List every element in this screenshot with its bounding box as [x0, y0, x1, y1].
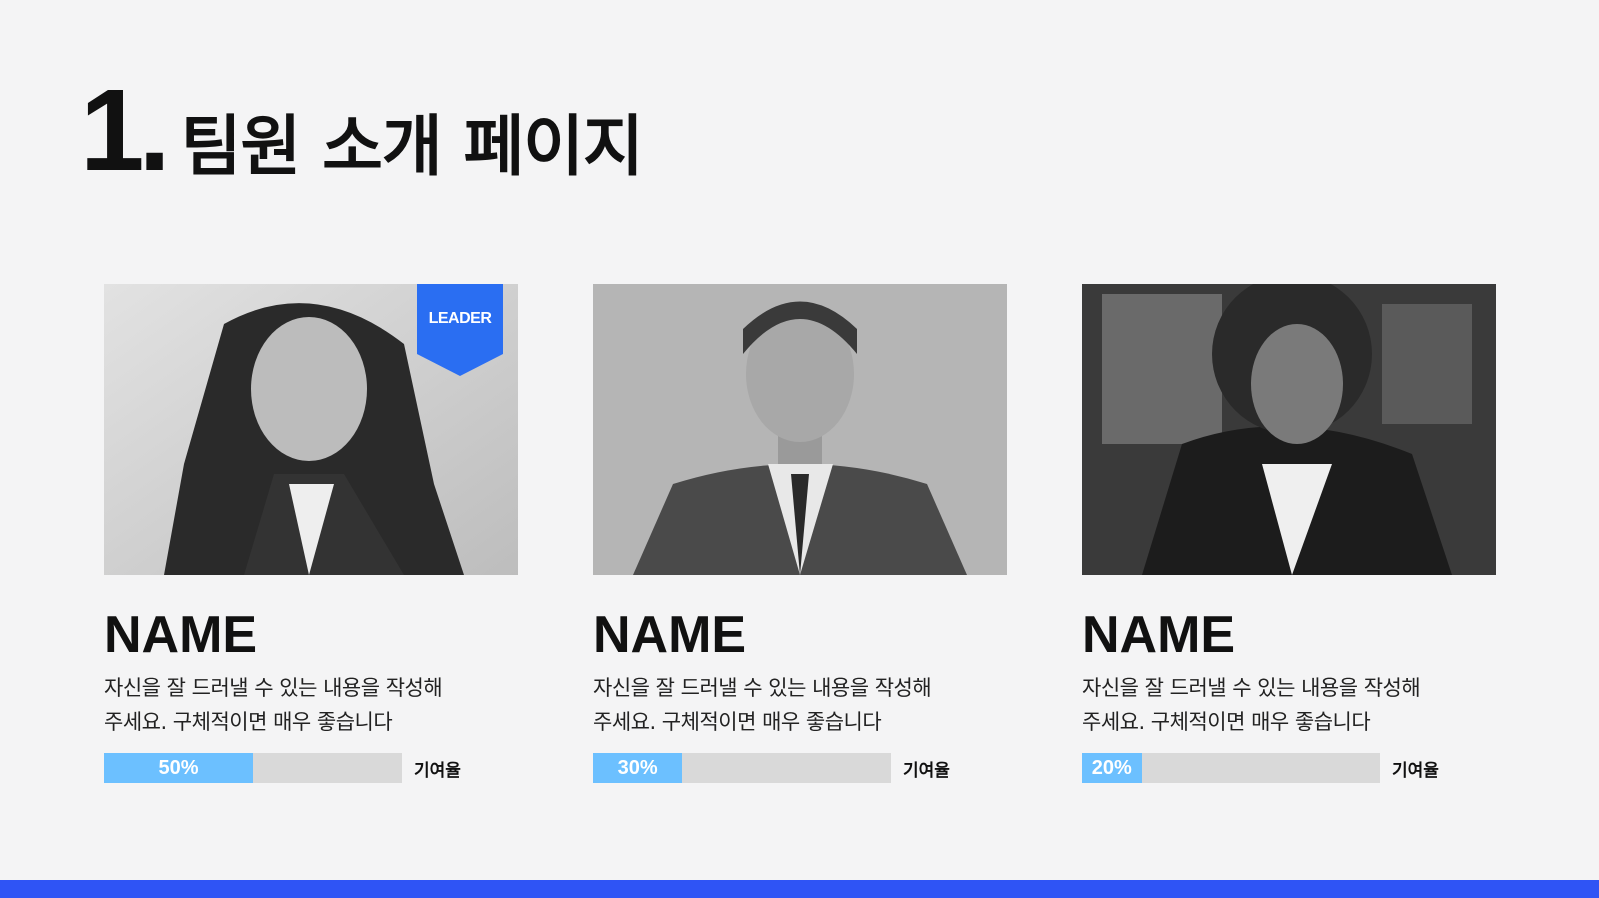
member-card: LEADER NAME 자신을 잘 드러낼 수 있는 내용을 작성해 주세요. … — [104, 284, 518, 783]
member-photo — [1082, 284, 1496, 575]
description-line: 주세요. 구체적이면 매우 좋습니다 — [104, 710, 393, 734]
page-title: 1. 팀원 소개 페이지 — [80, 65, 644, 195]
description-line: 주세요. 구체적이면 매우 좋습니다 — [1082, 710, 1371, 734]
contribution-bar: 50% — [104, 753, 402, 783]
footer-accent-bar — [0, 880, 1599, 898]
member-name: NAME — [104, 606, 258, 664]
member-name: NAME — [593, 606, 747, 664]
contribution-bar: 30% — [593, 753, 891, 783]
member-description: 자신을 잘 드러낼 수 있는 내용을 작성해 주세요. 구체적이면 매우 좋습니… — [593, 671, 1013, 739]
member-card: NAME 자신을 잘 드러낼 수 있는 내용을 작성해 주세요. 구체적이면 매… — [593, 284, 1007, 783]
description-line: 자신을 잘 드러낼 수 있는 내용을 작성해 — [104, 676, 443, 700]
description-line: 주세요. 구체적이면 매우 좋습니다 — [593, 710, 882, 734]
contribution-row: 20% 기여율 — [1082, 753, 1496, 783]
title-text: 팀원 소개 페이지 — [180, 108, 644, 185]
contribution-row: 30% 기여율 — [593, 753, 1007, 783]
member-card: NAME 자신을 잘 드러낼 수 있는 내용을 작성해 주세요. 구체적이면 매… — [1082, 284, 1496, 783]
contribution-bar: 20% — [1082, 753, 1380, 783]
member-photo: LEADER — [104, 284, 518, 575]
contribution-fill: 30% — [593, 753, 683, 783]
member-photo — [593, 284, 1007, 575]
contribution-label: 기여율 — [1392, 760, 1439, 781]
contribution-label: 기여율 — [414, 760, 461, 781]
contribution-fill: 20% — [1082, 753, 1142, 783]
member-name: NAME — [1082, 606, 1236, 664]
description-line: 자신을 잘 드러낼 수 있는 내용을 작성해 — [593, 676, 932, 700]
contribution-fill: 50% — [104, 753, 253, 783]
member-description: 자신을 잘 드러낼 수 있는 내용을 작성해 주세요. 구체적이면 매우 좋습니… — [104, 671, 524, 739]
title-number: 1. — [80, 65, 171, 195]
contribution-label: 기여율 — [903, 760, 950, 781]
member-description: 자신을 잘 드러낼 수 있는 내용을 작성해 주세요. 구체적이면 매우 좋습니… — [1082, 671, 1502, 739]
description-line: 자신을 잘 드러낼 수 있는 내용을 작성해 — [1082, 676, 1421, 700]
contribution-row: 50% 기여율 — [104, 753, 518, 783]
